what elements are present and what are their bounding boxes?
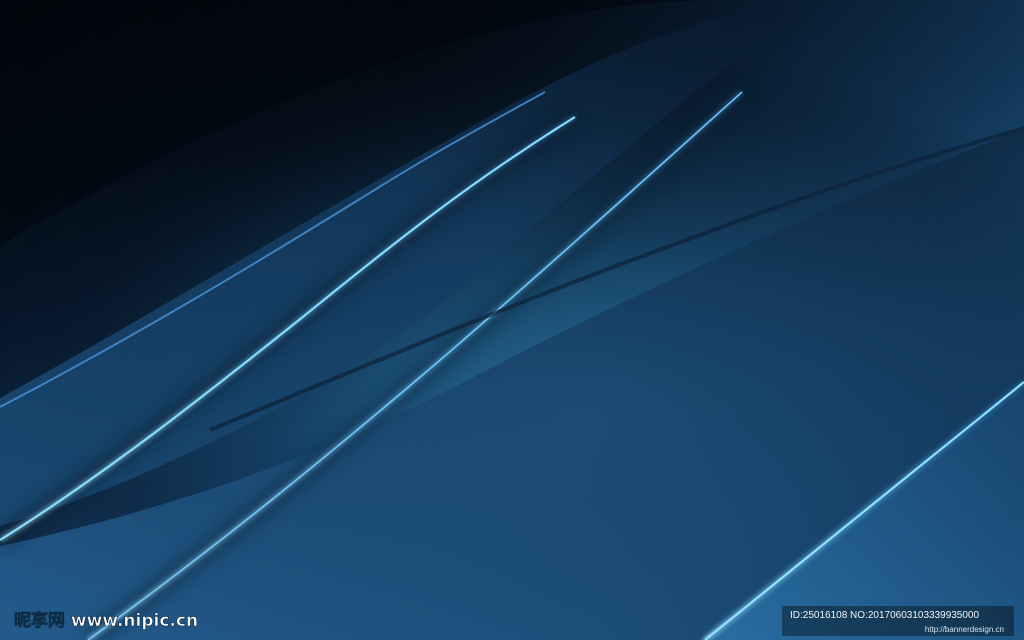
image-id-text: ID:25016108 NO:20170603103339935000 — [790, 610, 980, 621]
background-illustration — [0, 0, 1024, 640]
abstract-wallpaper: 昵享网 www.nipic.cn ID:25016108 NO:20170603… — [0, 0, 1024, 640]
source-url-text: http://bannerdesign.cn — [924, 625, 1004, 634]
nipic-logo: 昵享网 www.nipic.cn — [14, 610, 198, 632]
image-metadata-box: ID:25016108 NO:20170603103339935000 http… — [782, 606, 1014, 636]
nipic-watermark-text: 昵享网 www.nipic.cn — [14, 610, 198, 631]
nipic-watermark: 昵享网 www.nipic.cn — [14, 606, 214, 634]
